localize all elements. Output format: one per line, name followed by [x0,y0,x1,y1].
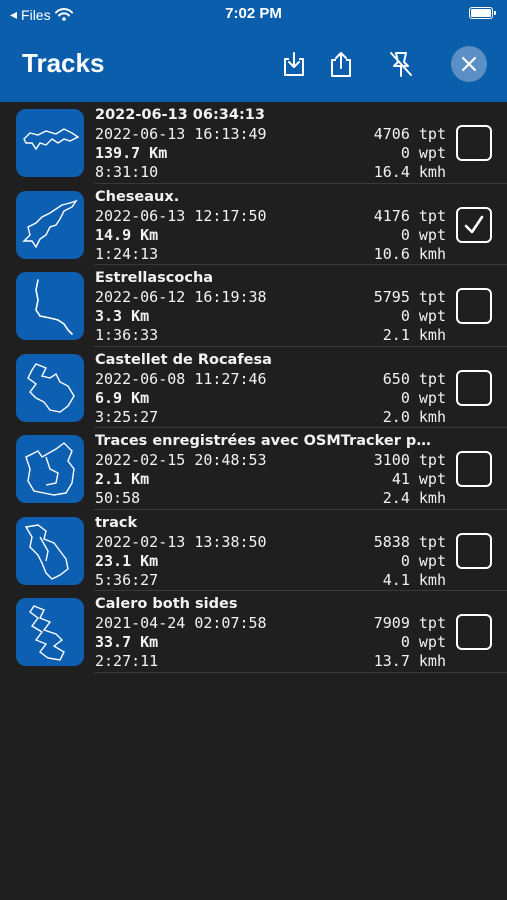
navigation-bar: ◂ Files 7:02 PM Tracks [0,0,507,102]
track-list: 2022-06-13 06:34:13 2022-06-13 16:13:49 … [0,102,507,673]
track-duration: 50:58 [95,489,141,507]
checkmark-icon [464,215,484,233]
track-distance: 23.1 Km [95,551,159,570]
average-speed: 2.4 kmh [382,489,446,507]
track-points: 650 tpt [382,369,446,388]
track-points: 5795 tpt [373,288,446,306]
select-checkbox[interactable] [456,614,492,650]
track-thumbnail [16,190,84,259]
pin-slash-icon[interactable] [387,50,415,78]
select-checkbox[interactable] [456,532,492,569]
track-row[interactable]: 2022-06-13 06:34:13 2022-06-13 16:13:49 … [0,102,507,184]
select-checkbox[interactable] [456,369,492,406]
track-points: 7909 tpt [373,614,446,632]
average-speed: 2.0 kmh [382,407,446,426]
status-time: 7:02 PM [225,5,282,22]
select-checkbox[interactable] [456,125,492,161]
status-bar: ◂ Files 7:02 PM [0,0,507,30]
track-thumbnail [16,109,84,177]
average-speed: 13.7 kmh [373,652,446,670]
track-name: 2022-06-13 06:34:13 [95,107,265,123]
track-thumbnail [16,353,84,422]
download-icon[interactable] [280,50,308,78]
track-distance: 14.9 Km [95,225,159,244]
select-checkbox[interactable] [456,288,492,324]
track-name: Cheseaux. [95,188,180,205]
average-speed: 16.4 kmh [373,163,446,181]
track-duration: 5:36:27 [95,570,159,589]
average-speed: 10.6 kmh [373,244,446,263]
track-distance: 139.7 Km [95,144,168,162]
track-duration: 2:27:11 [95,652,159,670]
track-row[interactable]: Castellet de Rocafesa 2022-06-08 11:27:4… [0,347,507,428]
track-distance: 3.3 Km [95,307,150,325]
track-row[interactable]: Estrellascocha 2022-06-12 16:19:38 3.3 K… [0,265,507,347]
track-date: 2022-02-15 20:48:53 [95,451,267,469]
divider [94,671,507,673]
track-thumbnail [16,516,84,585]
track-date: 2022-06-13 16:13:49 [95,125,267,143]
waypoints: 41 wpt [391,470,446,488]
track-name: Calero both sides [95,596,238,612]
track-points: 5838 tpt [373,532,446,551]
track-name: Traces enregistrées avec OSMTracker pou.… [95,433,440,449]
battery-icon [469,7,496,19]
track-distance: 2.1 Km [95,470,150,488]
track-thumbnail [16,272,84,340]
track-row[interactable]: Cheseaux. 2022-06-13 12:17:50 14.9 Km 1:… [0,184,507,265]
track-distance: 33.7 Km [95,633,159,651]
track-date: 2022-06-08 11:27:46 [95,369,267,388]
track-thumbnail [16,598,84,666]
waypoints: 0 wpt [400,388,446,407]
track-date: 2021-04-24 02:07:58 [95,614,267,632]
select-checkbox[interactable] [456,206,492,243]
track-points: 3100 tpt [373,451,446,469]
track-duration: 3:25:27 [95,407,159,426]
track-date: 2022-06-13 12:17:50 [95,206,267,225]
page-title: Tracks [22,48,105,78]
track-date: 2022-06-12 16:19:38 [95,288,267,306]
track-name: track [95,514,138,531]
close-button[interactable] [451,46,487,82]
track-duration: 1:36:33 [95,326,159,344]
track-row[interactable]: Traces enregistrées avec OSMTracker pou.… [0,428,507,510]
select-checkbox[interactable] [456,451,492,487]
track-row[interactable]: Calero both sides 2021-04-24 02:07:58 33… [0,591,507,673]
track-duration: 8:31:10 [95,163,159,181]
waypoints: 0 wpt [400,633,446,651]
track-date: 2022-02-13 13:38:50 [95,532,267,551]
waypoints: 0 wpt [400,551,446,570]
track-points: 4706 tpt [373,125,446,143]
waypoints: 0 wpt [400,144,446,162]
track-row[interactable]: track 2022-02-13 13:38:50 23.1 Km 5:36:2… [0,510,507,591]
waypoints: 0 wpt [400,225,446,244]
close-icon [461,56,477,72]
track-name: Estrellascocha [95,270,214,286]
track-duration: 1:24:13 [95,244,159,263]
share-icon[interactable] [327,50,355,78]
track-thumbnail [16,435,84,503]
track-points: 4176 tpt [373,206,446,225]
waypoints: 0 wpt [400,307,446,325]
average-speed: 2.1 kmh [382,326,446,344]
track-name: Castellet de Rocafesa [95,351,272,368]
track-distance: 6.9 Km [95,388,150,407]
average-speed: 4.1 kmh [382,570,446,589]
